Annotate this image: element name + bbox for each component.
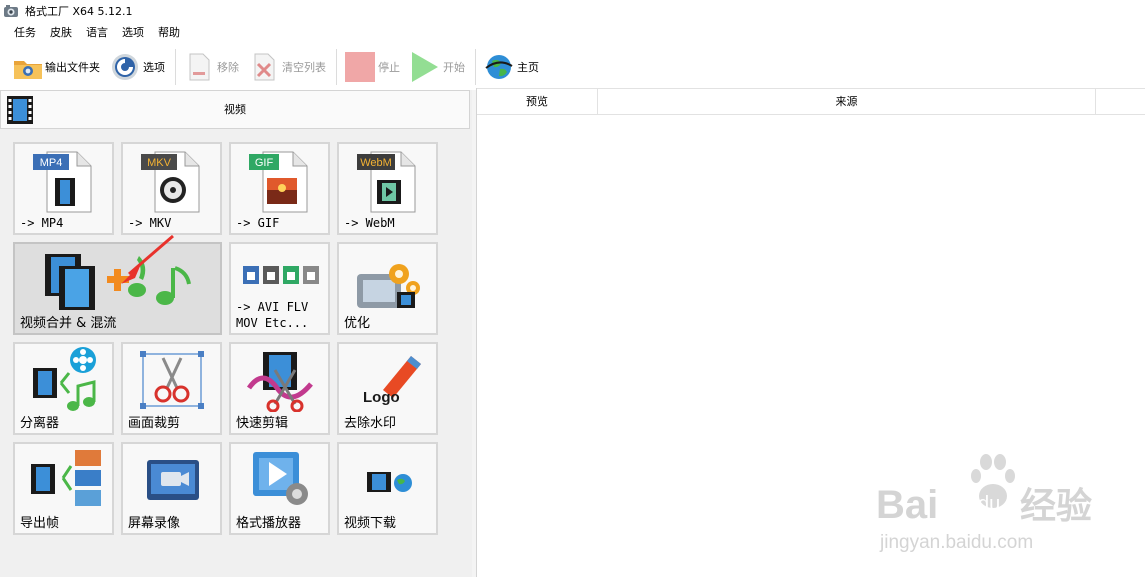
tile-label-line2: MOV Etc...	[236, 316, 309, 330]
tile-label: 视频合并 & 混流	[20, 316, 117, 331]
mp4-badge-text: MP4	[40, 157, 63, 169]
globe-icon	[484, 52, 514, 82]
mp4-file-icon: MP4	[33, 151, 92, 213]
red-arrow-annotation	[121, 234, 174, 284]
stop-button[interactable]: 停止	[341, 50, 404, 84]
stop-label: 停止	[378, 61, 400, 74]
task-list-header: 预览 来源	[477, 88, 1145, 115]
optimize-gears-icon	[357, 264, 420, 308]
tile-label: 画面裁剪	[128, 416, 181, 431]
tile-label: 快速剪辑	[236, 416, 289, 431]
webm-file-icon: WebM	[357, 151, 416, 213]
options-gear-icon	[110, 52, 140, 82]
watermark-brand: Bai	[876, 483, 938, 527]
app-icon	[3, 4, 19, 18]
toolbar-separator	[175, 49, 176, 85]
tile-splitter[interactable]: 分离器	[13, 342, 114, 435]
category-title: 视频	[224, 103, 246, 116]
menu-options[interactable]: 选项	[115, 22, 151, 44]
tile-export-frames[interactable]: 导出帧	[13, 442, 114, 535]
tile-label: 格式播放器	[236, 516, 302, 531]
menu-help[interactable]: 帮助	[151, 22, 187, 44]
title-bar: 格式工厂 X64 5.12.1	[0, 0, 1145, 22]
tile-quick-clip[interactable]: 快速剪辑	[229, 342, 330, 435]
quick-clip-icon	[246, 352, 313, 412]
clear-list-button[interactable]: 清空列表	[245, 50, 330, 84]
tile-label: -> MP4	[20, 216, 64, 230]
stop-icon	[345, 52, 375, 82]
clear-list-label: 清空列表	[282, 61, 326, 74]
watermark-cn: 经验	[1020, 486, 1092, 527]
menu-language[interactable]: 语言	[79, 22, 115, 44]
output-folder-label: 输出文件夹	[45, 61, 100, 74]
home-label: 主页	[517, 61, 539, 74]
tile-to-avi-flv-mov[interactable]: -> AVI FLV MOV Etc...	[229, 242, 330, 335]
home-button[interactable]: 主页	[480, 50, 543, 84]
menu-skin[interactable]: 皮肤	[43, 22, 79, 44]
tile-label: -> GIF	[236, 216, 280, 230]
tile-label: 视频下载	[344, 516, 397, 531]
tile-video-download[interactable]: 视频下载	[337, 442, 438, 535]
category-header-video[interactable]: 视频	[0, 90, 470, 129]
options-label: 选项	[143, 61, 165, 74]
start-label: 开始	[443, 61, 465, 74]
tile-label: 导出帧	[20, 516, 60, 531]
watermark-brand-du: du	[978, 493, 1000, 515]
crop-scissors-icon	[140, 351, 204, 409]
tile-label: 去除水印	[344, 416, 397, 431]
baidu-jingyan-watermark: Bai du 经验 jingyan.baidu.com	[874, 452, 1134, 562]
start-button[interactable]: 开始	[406, 50, 469, 84]
mkv-badge-text: MKV	[147, 157, 172, 169]
column-source[interactable]: 来源	[598, 89, 1096, 114]
video-download-icon	[367, 472, 412, 492]
menu-bar: 任务 皮肤 语言 选项 帮助	[0, 22, 1145, 44]
export-frames-icon	[31, 450, 101, 506]
splitter-icon	[33, 347, 96, 411]
tile-to-mkv[interactable]: MKV -> MKV	[121, 142, 222, 235]
player-icon	[253, 452, 308, 505]
menu-task[interactable]: 任务	[7, 22, 43, 44]
remove-label: 移除	[217, 61, 239, 74]
screen-recorder-icon	[147, 460, 199, 500]
logo-text: Logo	[363, 389, 400, 406]
tile-label: 分离器	[20, 416, 60, 431]
tile-crop[interactable]: 画面裁剪	[121, 342, 222, 435]
toolbar-separator	[336, 49, 337, 85]
tile-label: -> MKV	[128, 216, 172, 230]
remove-document-icon	[184, 52, 214, 82]
tile-optimize[interactable]: 优化	[337, 242, 438, 335]
tile-screen-record[interactable]: 屏幕录像	[121, 442, 222, 535]
output-folder-button[interactable]: 输出文件夹	[8, 50, 104, 84]
folder-icon	[12, 52, 42, 82]
tile-to-gif[interactable]: GIF -> GIF	[229, 142, 330, 235]
multi-format-icons	[243, 266, 319, 284]
remove-button[interactable]: 移除	[180, 50, 243, 84]
tile-label: -> WebM	[344, 216, 395, 230]
tile-remove-watermark[interactable]: Logo 去除水印	[337, 342, 438, 435]
tile-format-player[interactable]: 格式播放器	[229, 442, 330, 535]
function-panel: 视频 MP4 -> MP4 MKV -> MKV GIF -> GIF WebM…	[0, 90, 472, 577]
tile-to-mp4[interactable]: MP4 -> MP4	[13, 142, 114, 235]
tile-video-merge-mux[interactable]: 视频合并 & 混流	[13, 234, 222, 335]
play-icon	[410, 52, 440, 82]
mkv-file-icon: MKV	[141, 151, 200, 213]
column-preview[interactable]: 预览	[477, 89, 598, 114]
tile-label: 优化	[344, 316, 371, 331]
gif-file-icon: GIF	[249, 151, 308, 213]
clear-list-icon	[249, 52, 279, 82]
toolbar: 输出文件夹 选项 移除 清空列表 停止 开始 主页	[0, 44, 1145, 90]
gif-badge-text: GIF	[255, 157, 274, 169]
watermark-url: jingyan.baidu.com	[879, 532, 1033, 553]
eraser-logo-icon: Logo	[363, 356, 421, 406]
tile-label: 屏幕录像	[128, 516, 181, 531]
tile-to-webm[interactable]: WebM -> WebM	[337, 142, 438, 235]
options-button[interactable]: 选项	[106, 50, 169, 84]
tile-label-line1: -> AVI FLV	[236, 300, 309, 314]
toolbar-separator	[475, 49, 476, 85]
window-title: 格式工厂 X64 5.12.1	[25, 5, 133, 18]
webm-badge-text: WebM	[360, 157, 392, 169]
